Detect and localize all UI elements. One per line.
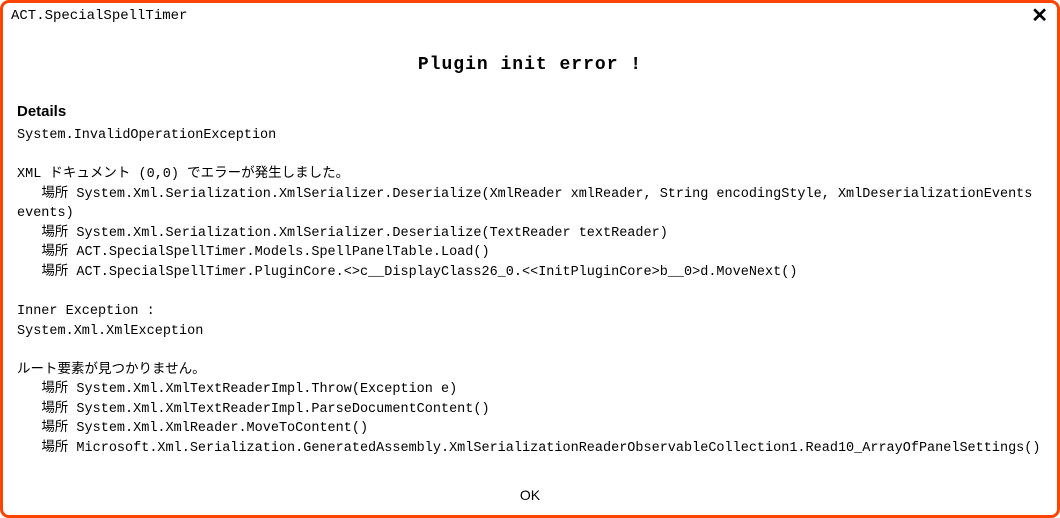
window-title: ACT.SpecialSpellTimer (11, 8, 1028, 24)
dialog-footer: OK (3, 479, 1057, 515)
titlebar: ACT.SpecialSpellTimer ✕ (3, 3, 1057, 27)
error-dialog: ACT.SpecialSpellTimer ✕ Plugin init erro… (0, 0, 1060, 518)
ok-button[interactable]: OK (512, 485, 548, 505)
close-icon[interactable]: ✕ (1028, 7, 1051, 25)
details-label: Details (3, 103, 1057, 120)
dialog-heading: Plugin init error ! (3, 55, 1057, 75)
details-body: System.InvalidOperationException XML ドキュ… (3, 126, 1057, 479)
